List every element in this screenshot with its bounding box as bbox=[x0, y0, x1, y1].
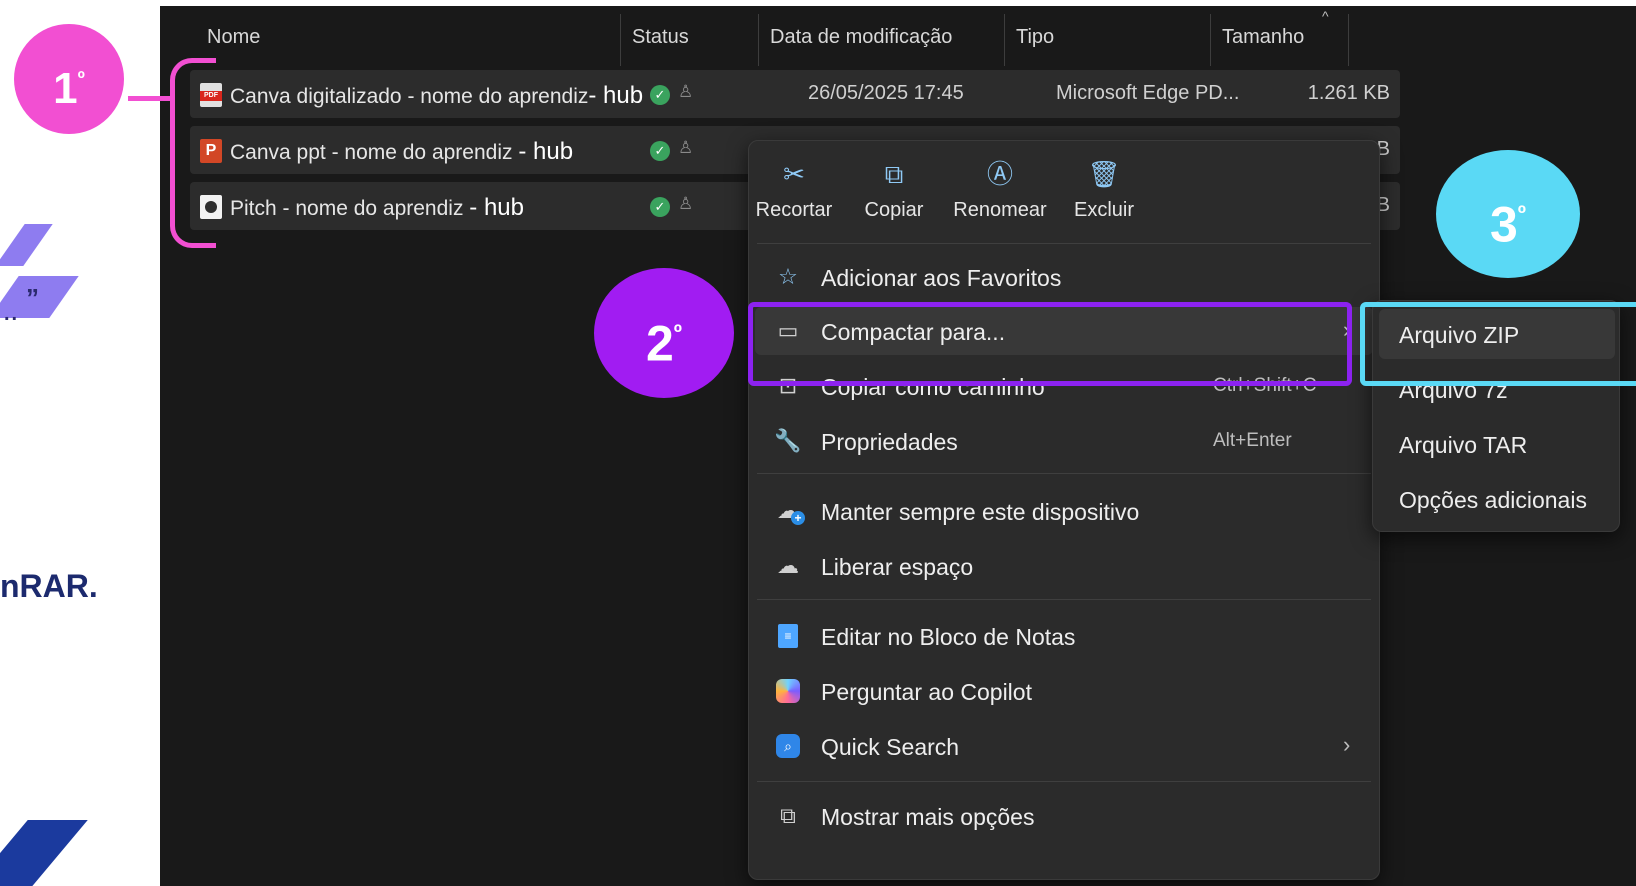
menu-item-keep-on-device[interactable]: ☁ Manter sempre este dispositivo bbox=[755, 487, 1373, 535]
file-type: Microsoft Edge PD... bbox=[1056, 82, 1240, 104]
chevron-right-icon: › bbox=[1343, 732, 1351, 757]
menu-separator bbox=[757, 781, 1371, 782]
decorative-corner-shape bbox=[0, 820, 88, 886]
slide-background: ” .. nRAR. bbox=[0, 0, 160, 886]
submenu-item-additional-options[interactable]: Opções adicionais bbox=[1379, 474, 1615, 524]
file-name: Pitch - nome do aprendiz - hub bbox=[230, 194, 524, 221]
step2-highlight-box bbox=[748, 302, 1352, 386]
shared-person-icon: ♙ bbox=[678, 82, 694, 101]
sort-ascending-icon: ^ bbox=[1322, 8, 1329, 24]
file-name: Canva digitalizado - nome do aprendiz- h… bbox=[230, 82, 644, 109]
menu-separator bbox=[757, 599, 1371, 600]
step1-badge: 1º bbox=[14, 24, 124, 134]
more-options-icon: ⧉ bbox=[780, 803, 796, 828]
synced-check-icon: ✓ bbox=[650, 141, 670, 161]
notepad-icon: ≡ bbox=[778, 624, 798, 648]
column-header-type[interactable]: Tipo bbox=[1016, 26, 1054, 49]
column-separator[interactable] bbox=[758, 14, 759, 66]
file-size: 1.261 KB bbox=[1307, 82, 1390, 104]
column-separator[interactable] bbox=[620, 14, 621, 66]
decorative-dots: .. bbox=[4, 303, 20, 325]
menu-item-properties[interactable]: 🔧 Propriedades Alt+Enter bbox=[755, 417, 1373, 465]
cloud-sync-icon: ☁ bbox=[773, 497, 805, 525]
step1-bracket bbox=[170, 58, 216, 248]
star-icon: ☆ bbox=[778, 264, 798, 289]
cloud-icon: ☁ bbox=[777, 553, 799, 578]
menu-item-quick-search[interactable]: ⌕ Quick Search › bbox=[755, 722, 1373, 770]
column-header-size[interactable]: Tamanho bbox=[1222, 26, 1304, 49]
decorative-shape bbox=[0, 224, 53, 266]
menu-item-free-space[interactable]: ☁ Liberar espaço bbox=[755, 542, 1373, 590]
rename-icon: Ⓐ bbox=[986, 159, 1013, 189]
shared-person-icon: ♙ bbox=[678, 194, 694, 213]
slide-partial-text: nRAR. bbox=[0, 568, 98, 604]
copy-icon: ⧉ bbox=[884, 159, 904, 189]
copy-button[interactable]: ⧉ Copiar bbox=[839, 155, 949, 241]
step3-badge: 3º bbox=[1436, 150, 1580, 278]
menu-item-edit-notepad[interactable]: ≡ Editar no Bloco de Notas bbox=[755, 612, 1373, 660]
quick-search-icon: ⌕ bbox=[776, 734, 800, 758]
submenu-item-tar[interactable]: Arquivo TAR bbox=[1379, 419, 1615, 469]
step2-badge: 2º bbox=[594, 268, 734, 398]
trash-icon: 🗑 bbox=[1087, 159, 1121, 189]
menu-item-ask-copilot[interactable]: Perguntar ao Copilot bbox=[755, 667, 1373, 715]
synced-check-icon: ✓ bbox=[650, 197, 670, 217]
quick-actions-bar: ✂ Recortar ⧉ Copiar Ⓐ Renomear 🗑 Excluir bbox=[749, 155, 1379, 245]
file-row[interactable]: Canva digitalizado - nome do aprendiz- h… bbox=[190, 70, 1400, 118]
file-name: Canva ppt - nome do aprendiz - hub bbox=[230, 138, 574, 165]
column-header-date[interactable]: Data de modificação bbox=[770, 26, 952, 49]
step3-highlight-box bbox=[1360, 302, 1636, 386]
menu-separator bbox=[757, 243, 1371, 244]
step1-bracket-tick bbox=[128, 96, 172, 101]
synced-check-icon: ✓ bbox=[650, 85, 670, 105]
column-header-row: Nome Status Data de modificação Tipo ^ T… bbox=[160, 6, 1410, 68]
delete-button[interactable]: 🗑 Excluir bbox=[1049, 155, 1159, 241]
column-separator[interactable] bbox=[1004, 14, 1005, 66]
file-date: 26/05/2025 17:45 bbox=[808, 82, 964, 104]
shortcut-properties: Alt+Enter bbox=[1213, 430, 1292, 451]
wrench-icon: 🔧 bbox=[774, 428, 802, 453]
copilot-icon bbox=[776, 679, 800, 703]
menu-separator bbox=[757, 473, 1371, 474]
shared-person-icon: ♙ bbox=[678, 138, 694, 157]
rename-button[interactable]: Ⓐ Renomear bbox=[945, 155, 1055, 241]
column-header-status[interactable]: Status bbox=[632, 26, 689, 49]
column-separator[interactable] bbox=[1348, 14, 1349, 66]
cut-icon: ✂ bbox=[783, 159, 805, 189]
column-header-name[interactable]: Nome bbox=[207, 26, 260, 49]
decorative-quote: ” bbox=[26, 283, 39, 313]
cut-button[interactable]: ✂ Recortar bbox=[739, 155, 849, 241]
column-separator[interactable] bbox=[1210, 14, 1211, 66]
menu-item-show-more-options[interactable]: ⧉ Mostrar mais opções bbox=[755, 792, 1373, 840]
context-menu: ✂ Recortar ⧉ Copiar Ⓐ Renomear 🗑 Excluir… bbox=[748, 140, 1380, 880]
menu-item-add-favorites[interactable]: ☆ Adicionar aos Favoritos bbox=[755, 253, 1373, 301]
